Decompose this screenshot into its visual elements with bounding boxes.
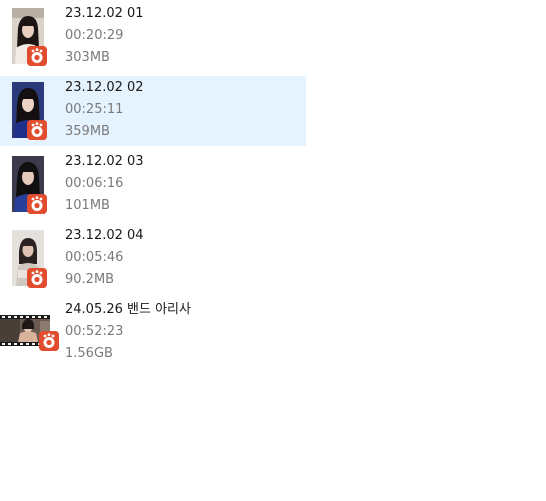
file-duration: 00:52:23: [65, 324, 124, 339]
file-name: 23.12.02 03: [65, 154, 144, 169]
player-app-icon: [27, 194, 47, 214]
player-app-icon: [27, 120, 47, 140]
list-item[interactable]: 23.12.02 01 00:20:29 303MB: [0, 2, 306, 72]
player-app-icon: [39, 331, 59, 351]
file-duration: 00:05:46: [65, 250, 124, 265]
player-app-icon: [27, 268, 47, 288]
file-list-pane: 23.12.02 01 00:20:29 303MB 23.12.02 02 0…: [0, 0, 546, 501]
list-item[interactable]: 24.05.26 밴드 아리사 00:52:23 1.56GB: [0, 298, 306, 368]
file-size: 1.56GB: [65, 346, 113, 361]
file-duration: 00:20:29: [65, 28, 124, 43]
file-name: 23.12.02 02: [65, 80, 144, 95]
file-size: 359MB: [65, 124, 110, 139]
list-item[interactable]: 23.12.02 04 00:05:46 90.2MB: [0, 224, 306, 294]
file-name: 23.12.02 01: [65, 6, 144, 21]
file-duration: 00:25:11: [65, 102, 124, 117]
player-app-icon: [27, 46, 47, 66]
file-size: 90.2MB: [65, 272, 115, 287]
file-name: 24.05.26 밴드 아리사: [65, 302, 191, 317]
list-item[interactable]: 23.12.02 03 00:06:16 101MB: [0, 150, 306, 220]
file-duration: 00:06:16: [65, 176, 124, 191]
file-size: 101MB: [65, 198, 110, 213]
file-name: 23.12.02 04: [65, 228, 144, 243]
list-item-selected[interactable]: 23.12.02 02 00:25:11 359MB: [0, 76, 306, 146]
file-size: 303MB: [65, 50, 110, 65]
